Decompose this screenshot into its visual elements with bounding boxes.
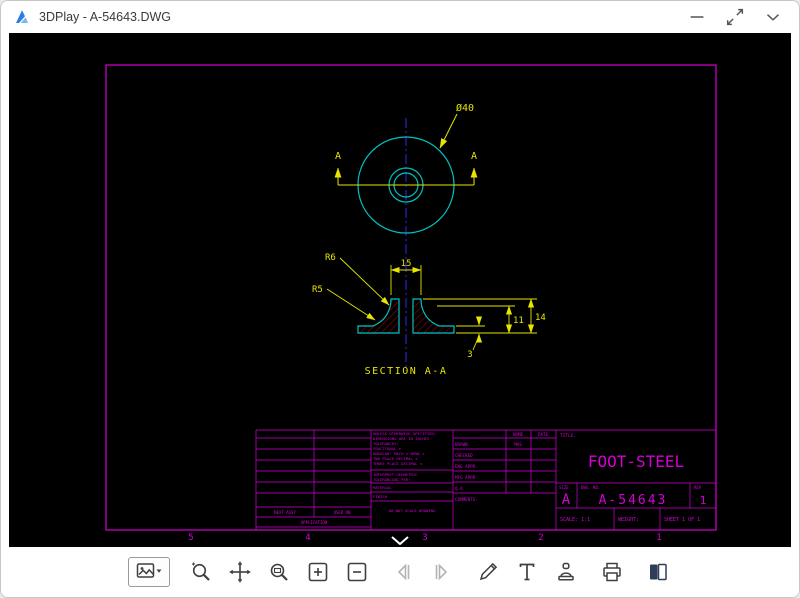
zone-number: 5 [188, 533, 193, 543]
material-label: MATERIAL [373, 485, 392, 490]
zoom-in-button[interactable] [303, 557, 333, 587]
dimension-diameter: Ø40 [456, 102, 474, 114]
toolbar-group-zoom [186, 557, 372, 587]
drawing-title: FOOT-STEEL [588, 452, 684, 471]
text-note-icon [515, 560, 539, 584]
approval-row-label: Q.A. [455, 486, 465, 491]
dimension-r5: R5 [312, 285, 323, 295]
section-arrow-label-right: A [471, 151, 477, 162]
scale-text: SCALE: 1:1 [560, 517, 590, 523]
used-on-label: USED ON [334, 510, 351, 515]
title-label: TITLE: [560, 433, 576, 439]
title-block: UNLESS OTHERWISE SPECIFIED: DIMENSIONS A… [256, 430, 716, 530]
dimension-width: 15 [401, 259, 412, 269]
minimize-icon[interactable] [683, 5, 711, 29]
dwg-no-value: A-54643 [599, 493, 668, 508]
approval-row-label: MFG APPR. [455, 475, 478, 480]
next-assy-label: NEXT ASSY [274, 510, 296, 515]
previous-view-icon [391, 560, 415, 584]
dimension-height-total: 14 [535, 313, 546, 323]
weight-text: WEIGHT: [618, 517, 639, 523]
viewer-canvas[interactable]: 5 4 3 2 1 [9, 33, 791, 547]
zoom-area-button[interactable] [264, 557, 294, 587]
approval-row-label: DRAWN [455, 442, 468, 447]
title-bar[interactable]: 3DPlay - A-54643.DWG [1, 1, 799, 33]
toolbar-collapse-chevron[interactable] [391, 536, 409, 545]
title-block-lines [256, 430, 716, 530]
print-icon [600, 560, 624, 584]
chevron-down-icon[interactable] [759, 5, 787, 29]
render-style-button[interactable] [128, 557, 170, 587]
print-button[interactable] [597, 557, 627, 587]
zone-number: 3 [422, 533, 427, 543]
pan-button[interactable] [225, 557, 255, 587]
tolerance-note: THREE PLACE DECIMAL ± [373, 461, 423, 466]
zoom-icon [189, 560, 213, 584]
section-view-title: SECTION A-A [365, 366, 448, 377]
drawn-by-value: MAS [514, 442, 522, 447]
stamp-icon [554, 560, 578, 584]
toolbar-group-markup [473, 557, 581, 587]
do-not-scale-note: DO NOT SCALE DRAWING [389, 508, 437, 513]
pages-panel-icon [646, 560, 670, 584]
text-button[interactable] [512, 557, 542, 587]
section-dimension-lines [327, 258, 537, 350]
section-arrow-label-left: A [335, 151, 341, 162]
zoom-in-icon [306, 560, 330, 584]
rev-value: 1 [700, 494, 707, 507]
zoom-out-button[interactable] [342, 557, 372, 587]
section-view: 15 14 11 3 R6 R5 SECTION A-A [312, 253, 546, 377]
zone-number: 1 [656, 533, 661, 543]
app-window: 3DPlay - A-54643.DWG [0, 0, 800, 598]
approval-row-label: COMMENTS: [455, 497, 478, 502]
dwg-no-label: DWG. NO. [581, 485, 600, 490]
size-value: A [562, 492, 571, 508]
zoom-area-icon [267, 560, 291, 584]
pages-panel-button[interactable] [643, 557, 673, 587]
previous-view-button[interactable] [388, 557, 418, 587]
expand-icon[interactable] [721, 5, 749, 29]
sheet-text: SHEET 1 OF 1 [664, 517, 700, 523]
interpret-note: TOLERANCING PER: [373, 477, 410, 482]
approval-row-label: CHECKED [455, 453, 473, 458]
toolbar-group-print [597, 557, 627, 587]
title-block-text: UNLESS OTHERWISE SPECIFIED: DIMENSIONS A… [274, 431, 706, 525]
approval-row-label: ENG APPR. [455, 464, 478, 469]
dropdown-arrow-icon [156, 570, 161, 573]
zoom-button[interactable] [186, 557, 216, 587]
border-zone-numbers: 5 4 3 2 1 [188, 533, 661, 543]
toolbar-group-views [388, 557, 457, 587]
application-label: APPLICATION [301, 520, 328, 525]
toolbar-group-renderstyle [128, 557, 170, 587]
app-logo-icon [13, 8, 31, 26]
pan-icon [228, 560, 252, 584]
name-column-header: NAME [513, 432, 524, 437]
dimension-height-inner: 11 [513, 316, 524, 326]
zoom-out-icon [345, 560, 369, 584]
date-column-header: DATE [538, 432, 549, 437]
window-controls [683, 5, 787, 29]
finish-label: FINISH [373, 494, 388, 499]
rev-label: REV [694, 485, 702, 490]
image-render-style-icon [135, 560, 163, 584]
size-label: SIZE [559, 485, 569, 490]
next-view-icon [430, 560, 454, 584]
markup-pencil-icon [476, 560, 500, 584]
zone-number: 4 [305, 533, 310, 543]
window-title: 3DPlay - A-54643.DWG [39, 10, 171, 24]
markup-button[interactable] [473, 557, 503, 587]
stamp-button[interactable] [551, 557, 581, 587]
bottom-toolbar [1, 547, 799, 597]
dimension-r6: R6 [325, 253, 336, 263]
dimension-thickness: 3 [467, 350, 472, 360]
next-view-button[interactable] [427, 557, 457, 587]
toolbar-group-panel [643, 557, 673, 587]
zone-number: 2 [538, 533, 543, 543]
drawing-sheet[interactable]: 5 4 3 2 1 [9, 33, 791, 547]
